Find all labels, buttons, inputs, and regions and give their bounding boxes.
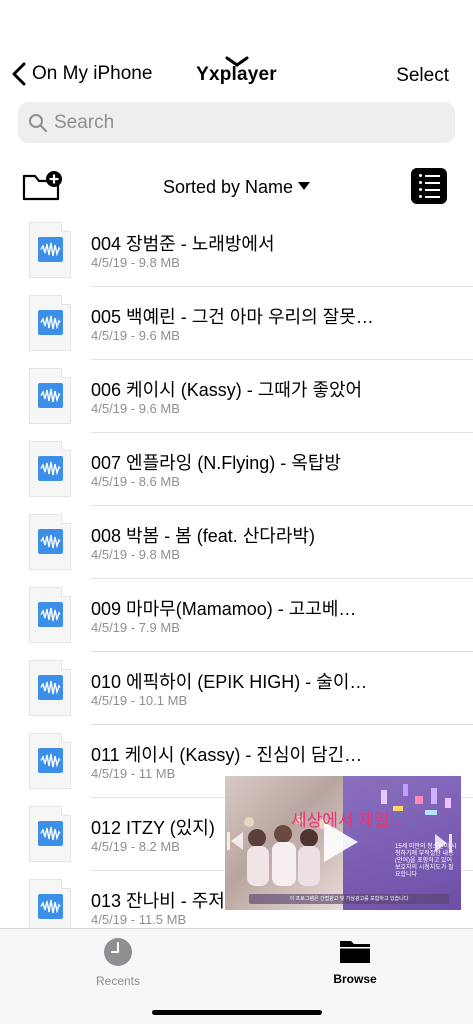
- file-row[interactable]: 005 백예린 - 그건 아마 우리의 잘못… 4/5/19 - 9.6 MB: [0, 287, 473, 360]
- file-meta: 4/5/19 - 8.6 MB: [91, 474, 180, 489]
- list-view-button[interactable]: [411, 168, 447, 204]
- audio-file-icon: [29, 295, 71, 351]
- pip-video-player[interactable]: 세상에서 제일... 15세 미만의 청소년이 시청하기에 부적절한 내용(언어…: [225, 776, 461, 910]
- file-row[interactable]: 009 마마무(Mamamoo) - 고고베… 4/5/19 - 7.9 MB: [0, 579, 473, 652]
- file-row[interactable]: 004 장범준 - 노래방에서 4/5/19 - 9.8 MB: [0, 214, 473, 287]
- file-name: 006 케이시 (Kassy) - 그때가 좋았어: [91, 380, 363, 400]
- audio-file-icon: [29, 441, 71, 497]
- file-name: 007 엔플라잉 (N.Flying) - 옥탑방: [91, 453, 341, 473]
- file-name: 011 케이시 (Kassy) - 진심이 담긴…: [91, 745, 363, 765]
- file-meta: 4/5/19 - 9.8 MB: [91, 255, 180, 270]
- video-rating-notice: 15세 미만의 청소년이 시청하기에 부적절한 내용(언어)을 포함하고 있어 …: [395, 844, 457, 878]
- file-name: 012 ITZY (있지): [91, 818, 215, 838]
- tab-recents[interactable]: Recents: [68, 937, 168, 988]
- audio-file-icon: [29, 587, 71, 643]
- search-placeholder: Search: [54, 111, 115, 133]
- file-name: 009 마마무(Mamamoo) - 고고베…: [91, 599, 357, 619]
- file-row[interactable]: 006 케이시 (Kassy) - 그때가 좋았어 4/5/19 - 9.6 M…: [0, 360, 473, 433]
- search-icon: [29, 113, 48, 132]
- sort-label: Sorted by Name: [162, 177, 294, 197]
- tab-bar: Recents Browse: [0, 928, 473, 1024]
- folder-icon: [340, 941, 370, 963]
- audio-file-icon: [29, 733, 71, 789]
- file-meta: 4/5/19 - 9.6 MB: [91, 328, 180, 343]
- previous-track-icon[interactable]: [227, 830, 243, 852]
- file-name: 010 에픽하이 (EPIK HIGH) - 술이…: [91, 672, 368, 692]
- sort-button[interactable]: Sorted by Name: [0, 177, 473, 198]
- file-meta: 4/5/19 - 11 MB: [91, 766, 176, 781]
- tab-browse[interactable]: Browse: [305, 937, 405, 986]
- audio-file-icon: [29, 514, 71, 570]
- list-view-icon: [418, 174, 440, 177]
- audio-file-icon: [29, 222, 71, 278]
- audio-file-icon: [29, 660, 71, 716]
- file-name: 004 장범준 - 노래방에서: [91, 234, 275, 254]
- clock-icon: [104, 938, 132, 966]
- audio-file-icon: [29, 806, 71, 862]
- file-name: 013 잔나비 - 주저: [91, 891, 225, 911]
- file-row[interactable]: 008 박봄 - 봄 (feat. 산다라박) 4/5/19 - 9.8 MB: [0, 506, 473, 579]
- video-caption: 세상에서 제일...: [291, 811, 404, 830]
- caret-down-icon: [298, 182, 311, 190]
- select-button[interactable]: Select: [396, 65, 449, 87]
- search-input[interactable]: Search: [18, 102, 455, 143]
- file-meta: 4/5/19 - 8.2 MB: [91, 839, 180, 854]
- file-meta: 4/5/19 - 7.9 MB: [91, 620, 180, 635]
- audio-file-icon: [29, 368, 71, 424]
- file-row[interactable]: 010 에픽하이 (EPIK HIGH) - 술이… 4/5/19 - 10.1…: [0, 652, 473, 725]
- file-meta: 4/5/19 - 9.8 MB: [91, 547, 180, 562]
- tab-browse-label: Browse: [333, 972, 377, 986]
- home-indicator[interactable]: [152, 1010, 322, 1015]
- toolbar: Sorted by Name: [0, 168, 473, 208]
- video-ad-notice-bar: 이 프로그램은 간접광고 및 가상광고를 포함하고 있습니다: [249, 894, 449, 904]
- file-meta: 4/5/19 - 9.6 MB: [91, 401, 180, 416]
- nav-bar: On My iPhone Yxplayer Select: [0, 56, 473, 94]
- file-meta: 4/5/19 - 10.1 MB: [91, 693, 188, 708]
- file-meta: 4/5/19 - 11.5 MB: [91, 912, 187, 927]
- audio-file-icon: [29, 879, 71, 928]
- tab-recents-label: Recents: [95, 974, 141, 988]
- file-name: 008 박봄 - 봄 (feat. 산다라박): [91, 526, 315, 546]
- file-name: 005 백예린 - 그건 아마 우리의 잘못…: [91, 307, 374, 327]
- file-row[interactable]: 007 엔플라잉 (N.Flying) - 옥탑방 4/5/19 - 8.6 M…: [0, 433, 473, 506]
